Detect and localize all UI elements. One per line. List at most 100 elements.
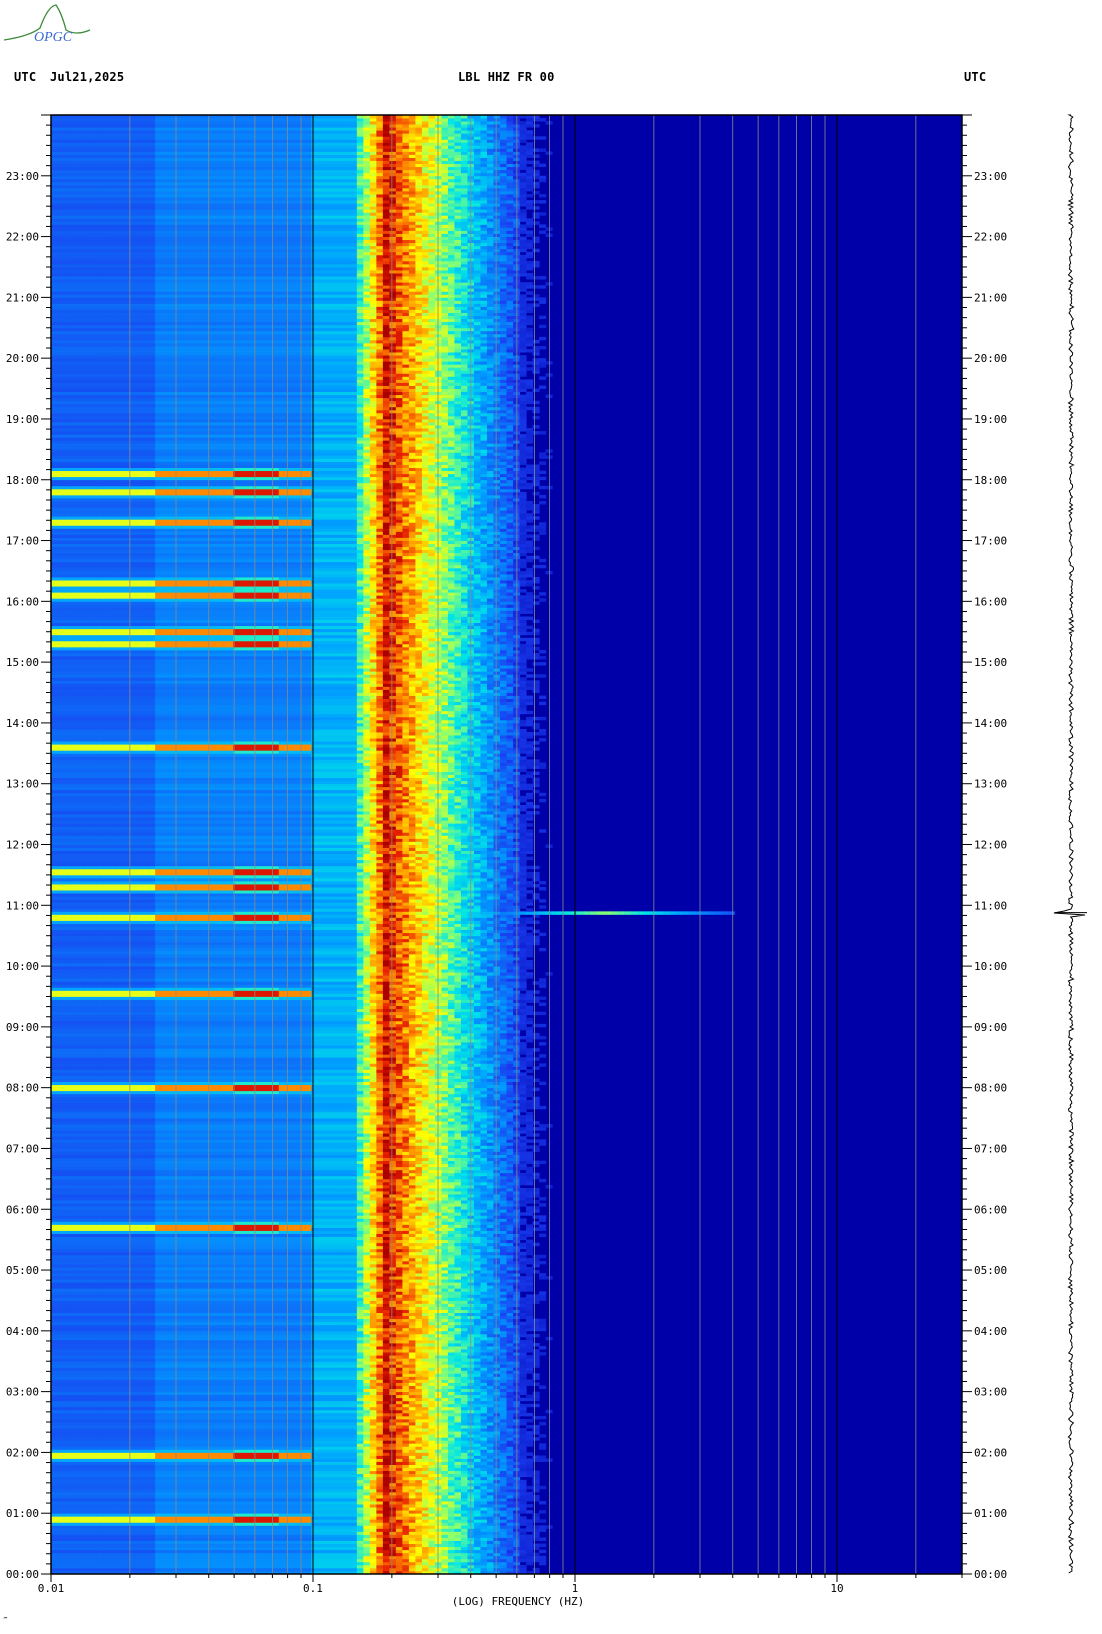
- heatmap-cell: [246, 1534, 253, 1537]
- heatmap-cell: [415, 1544, 422, 1547]
- heatmap-cell: [344, 1534, 351, 1537]
- heatmap-cell: [396, 1568, 403, 1571]
- heatmap-cell: [533, 1544, 540, 1547]
- heatmap-cell: [344, 1562, 351, 1565]
- heatmap-cell: [305, 1568, 312, 1571]
- heatmap-cell: [194, 1559, 201, 1562]
- heatmap-cell: [422, 1556, 429, 1559]
- heatmap-cell: [162, 1559, 169, 1562]
- heatmap-cell: [162, 1550, 169, 1553]
- heatmap-cell: [493, 1562, 500, 1565]
- heatmap-cell: [337, 1562, 344, 1565]
- heatmap-cell: [292, 1544, 299, 1547]
- heatmap-cell: [520, 1544, 527, 1547]
- heatmap-cell: [97, 1559, 104, 1562]
- heatmap-cell: [279, 1538, 286, 1541]
- heatmap-cell: [162, 1547, 169, 1550]
- heatmap-cell: [155, 1562, 162, 1565]
- heatmap-cell: [240, 1550, 247, 1553]
- heatmap-cell: [493, 1534, 500, 1537]
- heatmap-cell: [331, 1541, 338, 1544]
- heatmap-cell: [240, 1534, 247, 1537]
- heatmap-cell: [435, 1550, 442, 1553]
- heatmap-cell: [155, 1565, 162, 1568]
- heatmap-cell: [370, 1556, 377, 1559]
- heatmap-cell: [305, 1544, 312, 1547]
- heatmap-cell: [77, 1553, 84, 1556]
- heatmap-cell: [344, 1550, 351, 1553]
- heatmap-cell: [253, 1534, 260, 1537]
- heatmap-cell: [168, 1550, 175, 1553]
- heatmap-cell: [441, 1562, 448, 1565]
- heatmap-cell: [318, 1556, 325, 1559]
- heatmap-cell: [363, 1544, 370, 1547]
- heatmap-cell: [149, 1538, 156, 1541]
- heatmap-cell: [103, 1544, 110, 1547]
- heatmap-cell: [533, 1568, 540, 1571]
- heatmap-cell: [240, 1538, 247, 1541]
- heatmap-cell: [318, 1550, 325, 1553]
- heatmap-cell: [402, 1562, 409, 1565]
- heatmap-cell: [220, 1553, 227, 1556]
- heatmap-cell: [376, 1547, 383, 1550]
- heatmap-cell: [116, 1556, 123, 1559]
- heatmap-cell: [136, 1544, 143, 1547]
- heatmap-cell: [305, 1550, 312, 1553]
- heatmap-cell: [409, 1538, 416, 1541]
- heatmap-cell: [58, 1534, 65, 1537]
- heatmap-cell: [480, 1544, 487, 1547]
- heatmap-cell: [253, 1538, 260, 1541]
- heatmap-cell: [97, 1544, 104, 1547]
- heatmap-cell: [428, 1559, 435, 1562]
- heatmap-cell: [389, 1538, 396, 1541]
- heatmap-cell: [441, 1538, 448, 1541]
- heatmap-cell: [292, 1568, 299, 1571]
- heatmap-cell: [344, 1547, 351, 1550]
- heatmap-cell: [110, 1541, 117, 1544]
- heatmap-cell: [259, 1534, 266, 1537]
- heatmap-cell: [298, 1559, 305, 1562]
- heatmap-cell: [123, 1553, 130, 1556]
- heatmap-cell: [116, 1565, 123, 1568]
- heatmap-cell: [507, 1553, 514, 1556]
- heatmap-cell: [363, 1538, 370, 1541]
- heatmap-cell: [227, 1559, 234, 1562]
- heatmap-cell: [298, 1541, 305, 1544]
- heatmap-cell: [507, 1565, 514, 1568]
- heatmap-cell: [389, 1547, 396, 1550]
- heatmap-cell: [383, 1541, 390, 1544]
- heatmap-cell: [428, 1556, 435, 1559]
- heatmap-cell: [357, 1556, 364, 1559]
- heatmap-cell: [409, 1544, 416, 1547]
- heatmap-cell: [220, 1544, 227, 1547]
- heatmap-cell: [90, 1568, 97, 1571]
- heatmap-cell: [266, 1534, 273, 1537]
- heatmap-cell: [337, 1550, 344, 1553]
- heatmap-cell: [441, 1565, 448, 1568]
- heatmap-cell: [84, 1538, 91, 1541]
- heatmap-cell: [155, 1550, 162, 1553]
- heatmap-cell: [428, 1553, 435, 1556]
- heatmap-cell: [422, 1547, 429, 1550]
- heatmap-cell: [90, 1550, 97, 1553]
- heatmap-cell: [142, 1559, 149, 1562]
- heatmap-cell: [279, 1534, 286, 1537]
- heatmap-cell: [110, 1553, 117, 1556]
- heatmap-cell: [526, 1550, 533, 1553]
- heatmap-cell: [279, 1556, 286, 1559]
- heatmap-cell: [90, 1534, 97, 1537]
- heatmap-cell: [402, 1544, 409, 1547]
- heatmap-cell: [402, 1538, 409, 1541]
- heatmap-cell: [487, 1541, 494, 1544]
- heatmap-cell: [266, 1553, 273, 1556]
- heatmap-cell: [279, 1562, 286, 1565]
- heatmap-cell: [357, 1547, 364, 1550]
- heatmap-cell: [292, 1541, 299, 1544]
- heatmap-cell: [64, 1565, 71, 1568]
- heatmap-cell: [253, 1565, 260, 1568]
- heatmap-cell: [220, 1550, 227, 1553]
- heatmap-cell: [227, 1547, 234, 1550]
- heatmap-cell: [370, 1562, 377, 1565]
- heatmap-cell: [207, 1538, 214, 1541]
- heatmap-cell: [298, 1562, 305, 1565]
